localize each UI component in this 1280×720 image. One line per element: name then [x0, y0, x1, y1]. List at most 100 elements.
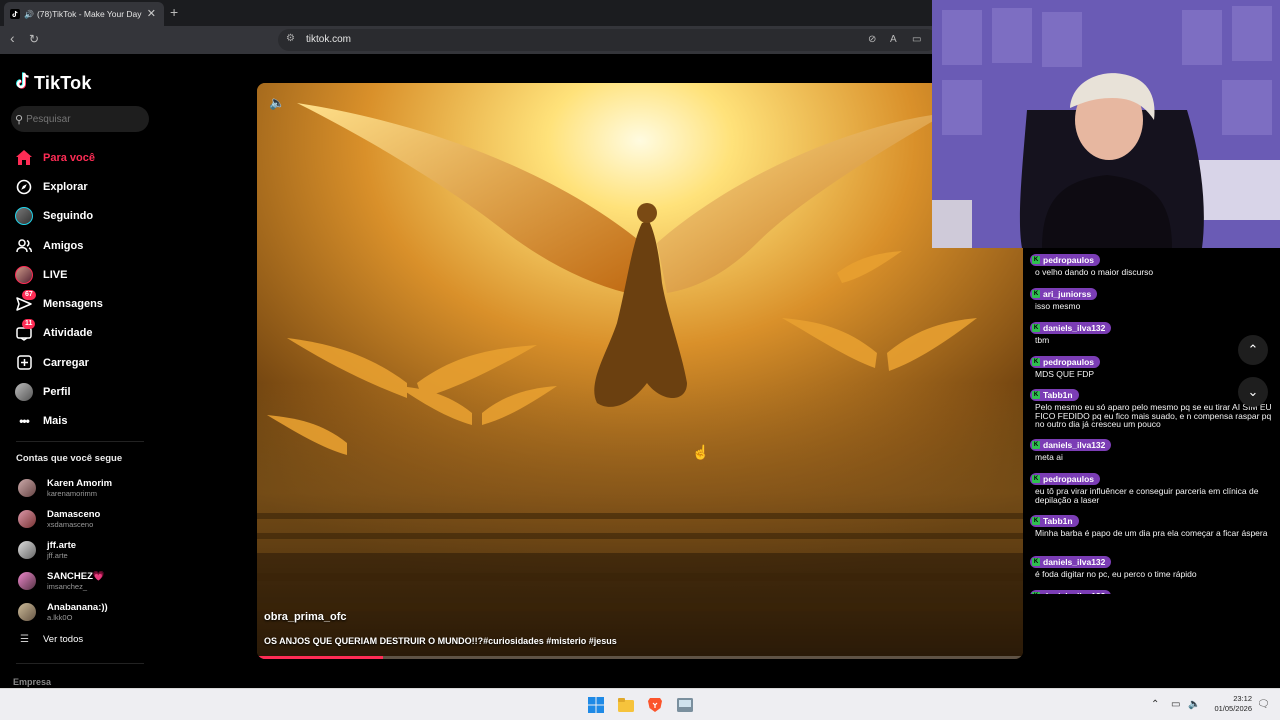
address-bar[interactable]: ⚙ tiktok.com ⊘ A ▭ [278, 29, 938, 51]
translate-icon[interactable]: A [890, 34, 897, 45]
live-chat: Kpedropaulos o velho dando o maior discur… [1024, 248, 1280, 594]
nav-item-para-voce[interactable]: Para você [14, 143, 154, 172]
taskbar-clock[interactable]: 23:12 01/05/2026 [1200, 694, 1252, 714]
chat-text: Pelo mesmo eu só aparo pelo mesmo pq se … [1035, 402, 1272, 429]
chat-message: Kdaniels_ilva132 meta ai [1030, 433, 1275, 462]
nav-item-carregar[interactable]: Carregar [14, 348, 154, 377]
account-name: SANCHEZ💗 [47, 571, 105, 582]
chat-username-chip[interactable]: Kdaniels_ilva132 [1030, 590, 1112, 594]
tab-title: (78)TikTok - Make Your Day [36, 9, 142, 19]
tiktok-logo[interactable]: TikTok [16, 72, 92, 95]
avatar [18, 572, 36, 590]
chat-message: Kpedropaulos o velho dando o maior discur… [1030, 248, 1275, 277]
tracking-off-icon[interactable]: ⊘ [868, 34, 876, 45]
chat-message: K Tabb1n Minha barba é papo de um dia pra … [1030, 509, 1275, 538]
network-icon[interactable]: ▭ [1171, 699, 1180, 710]
chat-username-chip[interactable]: Kpedropaulos [1030, 356, 1101, 368]
tray-chevron-icon[interactable]: ⌃ [1151, 699, 1159, 710]
browser-toolbar: ‹ ↻ ⚙ tiktok.com ⊘ A ▭ [0, 26, 938, 54]
tab-close-icon[interactable]: ✕ [147, 7, 156, 20]
video-player[interactable]: 🔈 obra_prima_ofc OS ANJOS QUE QUERIAM DE… [257, 83, 1023, 659]
chat-username-chip[interactable]: Kdaniels_ilva132 [1030, 556, 1112, 568]
previous-video-button[interactable]: ⌃ [1238, 335, 1268, 365]
company-link[interactable]: Empresa [13, 677, 51, 687]
followed-account[interactable]: Karen Amorim karenamorimm [18, 478, 112, 498]
chat-message: Kari_juniorss isso mesmo [1030, 282, 1275, 311]
video-author[interactable]: obra_prima_ofc [264, 611, 347, 623]
volume-tray-icon[interactable]: 🔈 [1188, 699, 1200, 710]
account-name: Karen Amorim [47, 478, 113, 489]
site-info-icon[interactable]: ⚙ [286, 33, 295, 44]
next-video-button[interactable]: ⌄ [1238, 377, 1268, 407]
following-header: Contas que você segue [16, 453, 123, 464]
webcam-overlay [932, 0, 1280, 248]
sidebar-nav: Para você Explorar Seguindo Amigos LIVE … [14, 143, 154, 436]
reload-icon[interactable]: ↻ [29, 32, 39, 46]
tab-audio-icon[interactable]: 🔊 [24, 10, 34, 19]
kick-badge-icon: K [1032, 592, 1040, 594]
nav-label: Amigos [43, 239, 84, 252]
nav-item-amigos[interactable]: Amigos [14, 231, 154, 260]
chat-username: daniels_ilva132 [1043, 557, 1106, 567]
new-tab-button[interactable]: + [170, 4, 178, 20]
followed-account[interactable]: Anabanana:)) a.lkk0O [18, 602, 108, 622]
notifications-icon[interactable]: 🗨 [1257, 699, 1270, 710]
video-progress-fill [257, 656, 384, 659]
cast-icon[interactable]: ▭ [912, 34, 921, 45]
file-explorer-icon[interactable] [618, 697, 634, 713]
account-handle: imsanchez_ [47, 582, 88, 591]
tiktok-favicon-icon [10, 9, 20, 19]
nav-item-mais[interactable]: ••• Mais [14, 407, 154, 436]
sidebar: TikTok ⚲ Para você Explorar Seguindo Ami… [0, 54, 160, 688]
kick-badge-icon: K [1032, 358, 1040, 366]
followed-account[interactable]: Damasceno xsdamasceno [18, 509, 100, 529]
chat-username-chip[interactable]: K Tabb1n [1030, 515, 1079, 527]
windows-start-icon[interactable] [588, 697, 604, 713]
nav-item-live[interactable]: LIVE [14, 260, 154, 289]
followed-account[interactable]: jff.arte jff.arte [18, 540, 76, 560]
back-icon[interactable]: ‹ [10, 30, 15, 46]
chat-username-chip[interactable]: K Tabb1n [1030, 389, 1079, 401]
nav-item-explorar[interactable]: Explorar [14, 172, 154, 201]
chat-username: daniels_ilva132 [1043, 323, 1106, 333]
tiktok-note-icon [16, 72, 32, 95]
browser-tab[interactable]: 🔊 (78)TikTok - Make Your Day ✕ [4, 2, 164, 26]
chat-username-chip[interactable]: Kdaniels_ilva132 [1030, 439, 1112, 451]
nav-item-mensagens[interactable]: 67 Mensagens [14, 289, 154, 318]
chat-username-chip[interactable]: Kdaniels_ilva132 [1030, 322, 1112, 334]
followed-account[interactable]: SANCHEZ💗 imsanchez_ [18, 571, 105, 591]
chat-text: meta ai [1035, 452, 1063, 462]
account-handle: karenamorimm [47, 489, 98, 498]
chat-username: daniels_ilva132 [1043, 591, 1105, 594]
chat-text: isso mesmo [1035, 301, 1081, 311]
messages-badge: 67 [22, 290, 36, 301]
account-handle: xsdamasceno [47, 520, 94, 529]
chat-text: é foda digitar no pc, eu perco o time rá… [1035, 569, 1197, 579]
nav-label: Mensagens [43, 298, 103, 311]
chat-username: Tabb1n [1043, 390, 1073, 400]
nav-item-perfil[interactable]: Perfil [14, 377, 154, 406]
profile-avatar [14, 383, 34, 402]
chat-username-chip[interactable]: Kpedropaulos [1030, 473, 1101, 485]
search-input[interactable] [26, 113, 137, 125]
webcam-art [932, 0, 1280, 248]
search-box[interactable]: ⚲ [11, 106, 149, 132]
clock-date: 01/05/2026 [1214, 704, 1252, 713]
see-all-button[interactable]: ☰ Ver todos [20, 634, 83, 645]
more-icon: ••• [19, 414, 30, 429]
chat-username-chip[interactable]: Kari_juniorss [1030, 288, 1098, 300]
volume-icon[interactable]: 🔈 [269, 95, 285, 111]
nav-item-atividade[interactable]: 11 Atividade [14, 319, 154, 348]
brave-browser-icon[interactable] [647, 697, 663, 713]
chat-username: pedropaulos [1043, 357, 1095, 367]
nav-item-seguindo[interactable]: Seguindo [14, 202, 154, 231]
kick-badge-icon: K [1032, 290, 1040, 298]
app-icon[interactable] [677, 697, 693, 713]
video-caption: OS ANJOS QUE QUERIAM DESTRUIR O MUNDO!!?… [264, 636, 617, 646]
avatar [18, 479, 36, 497]
clock-time: 23:12 [1233, 694, 1252, 703]
chat-username-chip[interactable]: Kpedropaulos [1030, 254, 1101, 266]
account-name: jff.arte [47, 540, 77, 551]
divider [16, 663, 144, 664]
video-progress-bar[interactable] [257, 656, 1023, 659]
